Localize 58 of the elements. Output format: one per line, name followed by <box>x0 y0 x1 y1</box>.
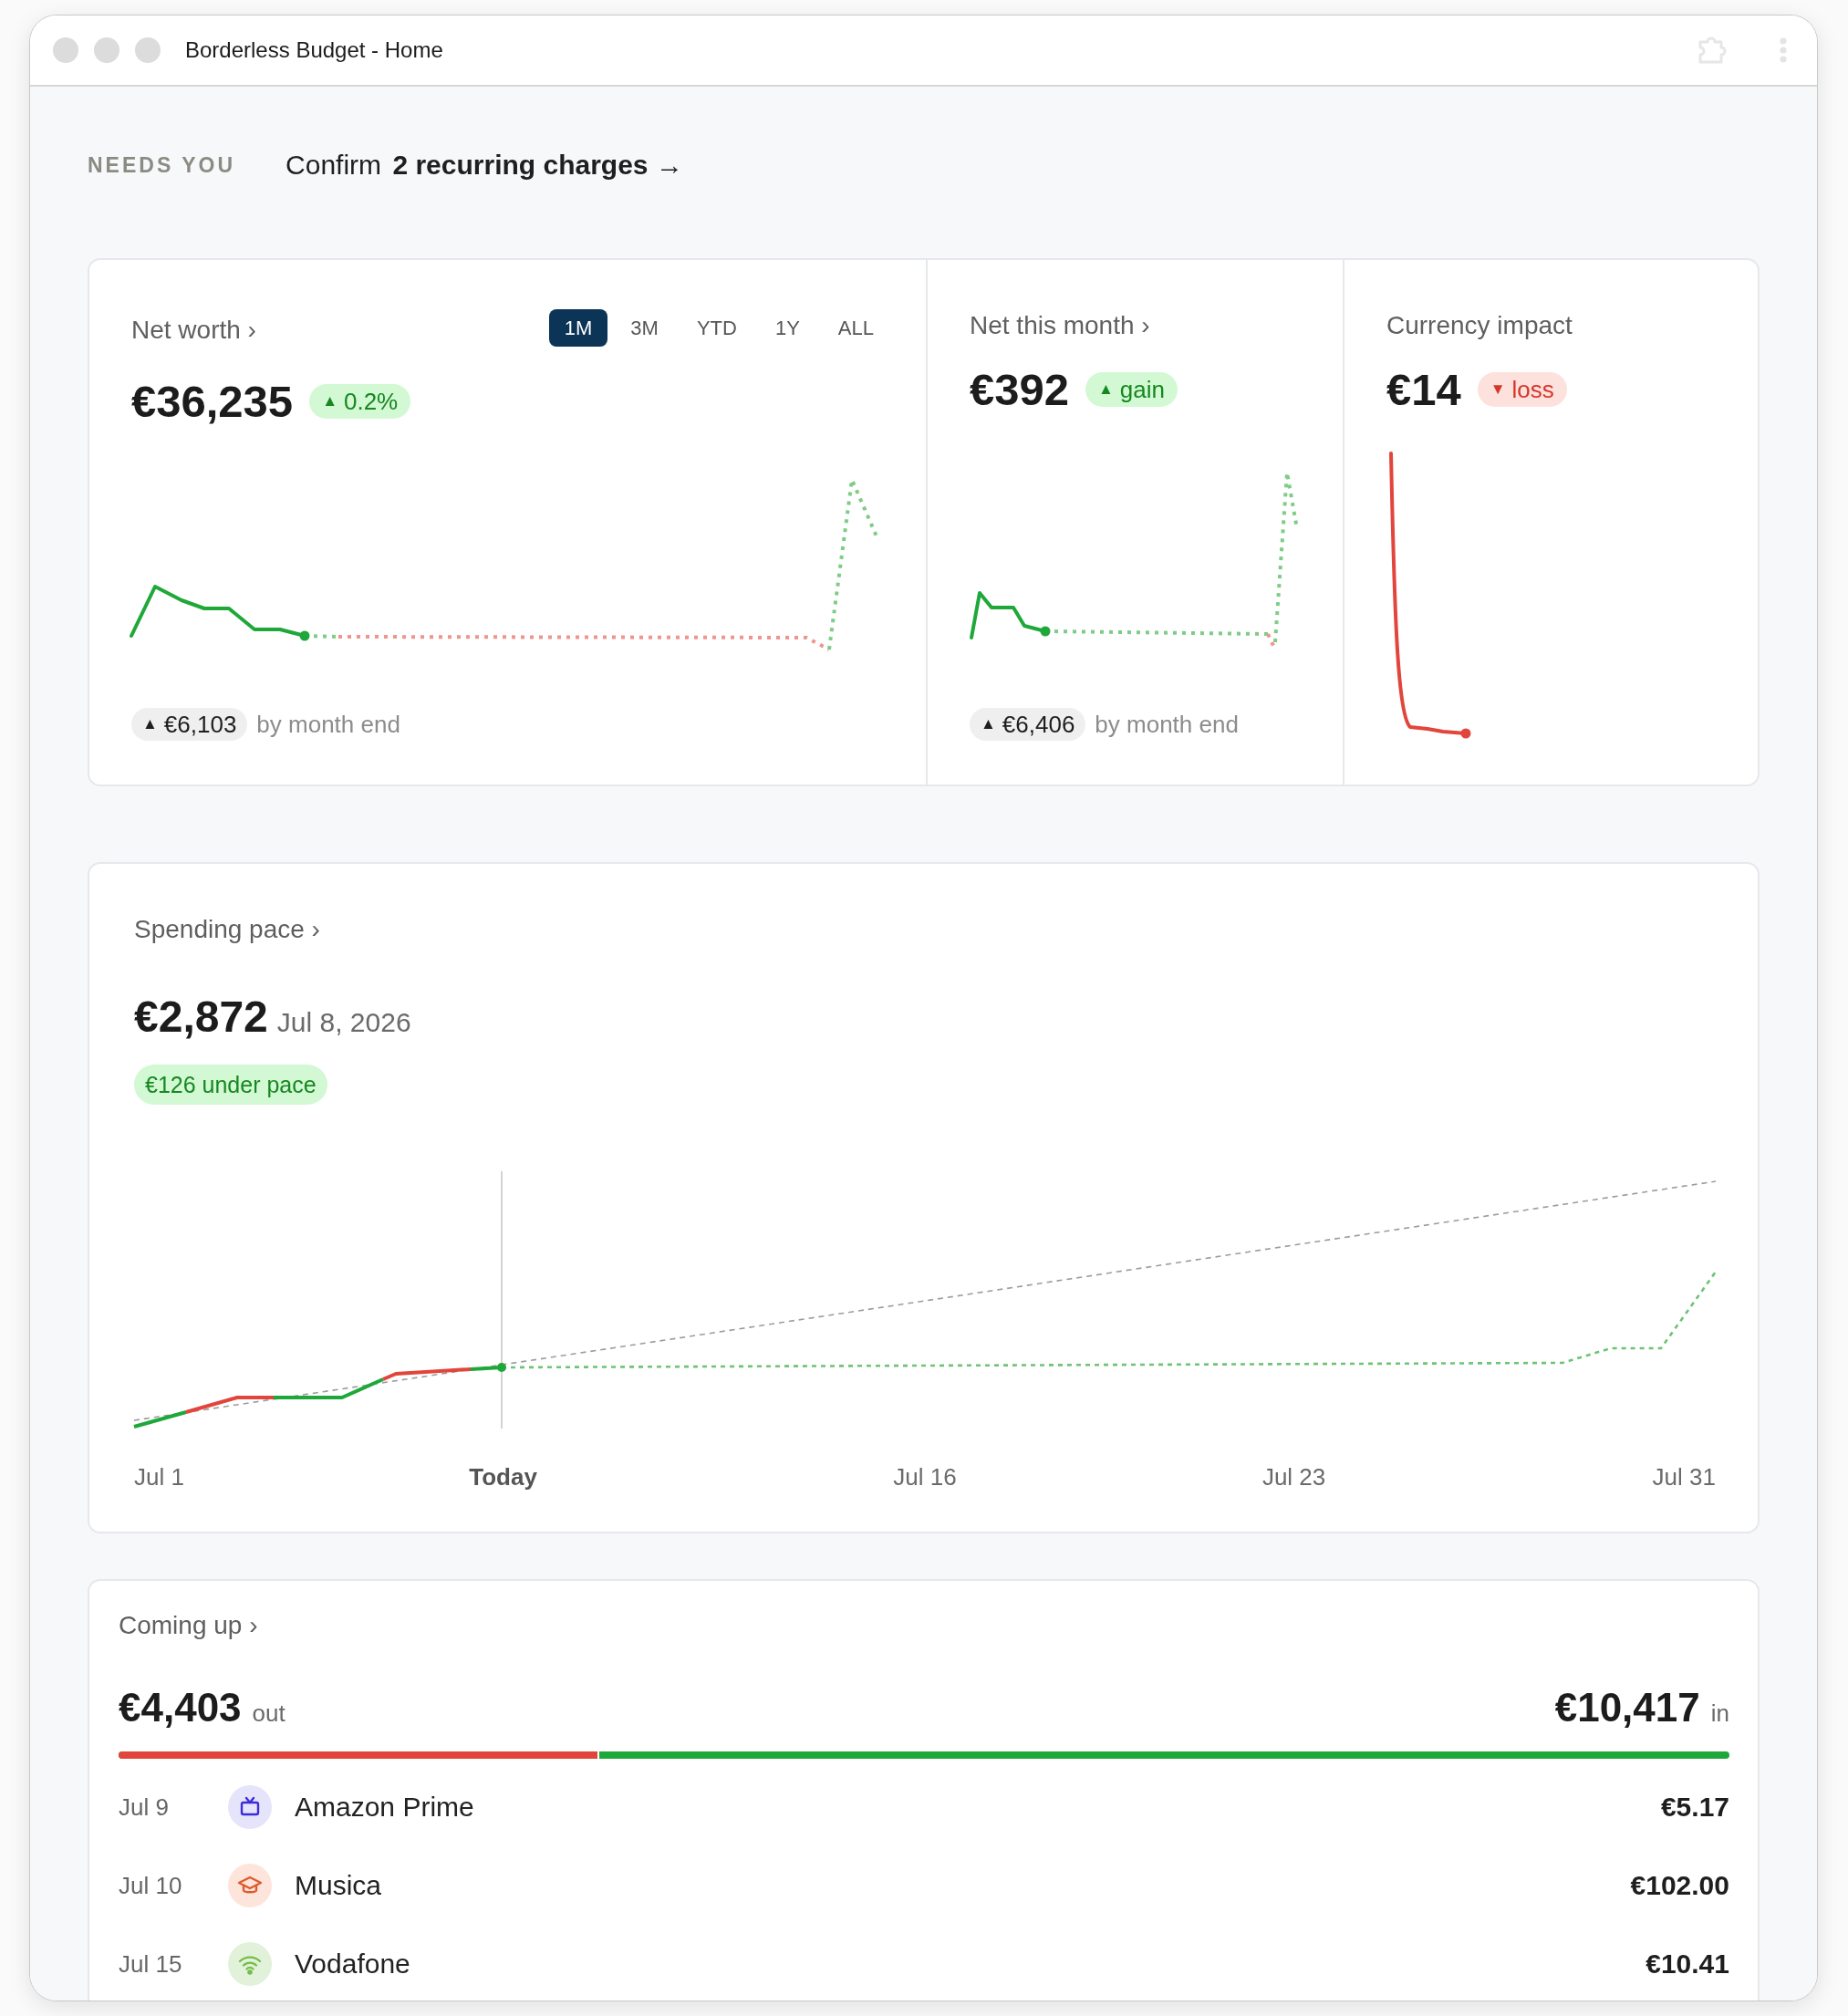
metric-value: €14 <box>1386 364 1461 415</box>
pace-badge: €126 under pace <box>134 1065 327 1105</box>
more-menu-icon[interactable] <box>1779 37 1788 63</box>
section-title-link[interactable]: Spending pace › <box>134 913 320 946</box>
payee-name: Amazon Prime <box>295 1792 474 1823</box>
range-tab[interactable]: ALL <box>822 309 889 347</box>
window-control-icon[interactable] <box>53 37 78 63</box>
axis-label: Jul 1 <box>134 1462 184 1491</box>
inflow-amount: €10,417 <box>1554 1685 1700 1730</box>
metric-value: €392 <box>970 364 1069 415</box>
outflow-amount: €4,403 <box>119 1685 242 1730</box>
forecast-amount: €6,406 <box>1002 710 1075 739</box>
forecast-caption: by month end <box>256 710 400 739</box>
payment-amount: €10.41 <box>1646 1948 1729 1980</box>
triangle-icon: ▲ <box>981 715 996 733</box>
payee-name: Musica <box>295 1870 382 1901</box>
range-tab[interactable]: 3M <box>615 309 674 347</box>
forecast-amount: €6,103 <box>163 710 237 739</box>
payment-amount: €5.17 <box>1660 1792 1729 1823</box>
section-title-link[interactable]: Coming up › <box>119 1609 258 1642</box>
payee-name: Vodafone <box>295 1948 410 1980</box>
window-control-icon[interactable] <box>94 37 119 63</box>
badge-text: 0.2% <box>343 387 399 416</box>
date-label: Jul 8, 2026 <box>276 1007 411 1038</box>
section-title: Currency impact <box>1386 310 1573 341</box>
puzzle-piece-icon[interactable] <box>1697 35 1728 66</box>
section-title-link[interactable]: Net this month › <box>970 309 1150 342</box>
confirm-charges-link[interactable]: Confirm 2 recurring charges → <box>286 150 683 181</box>
metric-value: €36,235 <box>131 376 294 427</box>
badge-text: loss <box>1511 375 1554 404</box>
axis-label: Jul 23 <box>1261 1462 1326 1491</box>
triangle-icon: ▲ <box>142 715 158 733</box>
outflow-label: out <box>252 1699 286 1728</box>
metric-value: €2,872 <box>134 992 268 1043</box>
triangle-icon: ▼ <box>1490 380 1506 399</box>
section-title-link[interactable]: Net worth › <box>131 314 256 347</box>
forecast-caption: by month end <box>1095 710 1239 739</box>
axis-label: Today <box>469 1462 537 1491</box>
axis-label: Jul 16 <box>893 1462 957 1491</box>
dot-icon <box>497 1363 506 1372</box>
dot-icon <box>1460 728 1471 739</box>
inflow-label: in <box>1710 1699 1729 1728</box>
dot-icon <box>299 630 310 641</box>
date-label: Jul 15 <box>119 1949 183 1979</box>
date-label: Jul 10 <box>119 1871 183 1900</box>
triangle-icon: ▲ <box>322 392 337 410</box>
range-tab[interactable]: 1M <box>548 309 608 347</box>
range-tab[interactable]: YTD <box>680 309 753 347</box>
range-tab[interactable]: 1Y <box>759 309 815 347</box>
axis-label: Jul 31 <box>1652 1462 1716 1491</box>
date-label: Jul 9 <box>119 1793 170 1822</box>
badge-text: gain <box>1119 375 1165 404</box>
window-control-icon[interactable] <box>135 37 161 63</box>
triangle-icon: ▲ <box>1098 380 1114 399</box>
dot-icon <box>1040 626 1051 637</box>
section-label: NEEDS YOU <box>88 152 236 178</box>
window-title: Borderless Budget - Home <box>185 37 443 63</box>
payment-amount: €102.00 <box>1630 1870 1729 1901</box>
